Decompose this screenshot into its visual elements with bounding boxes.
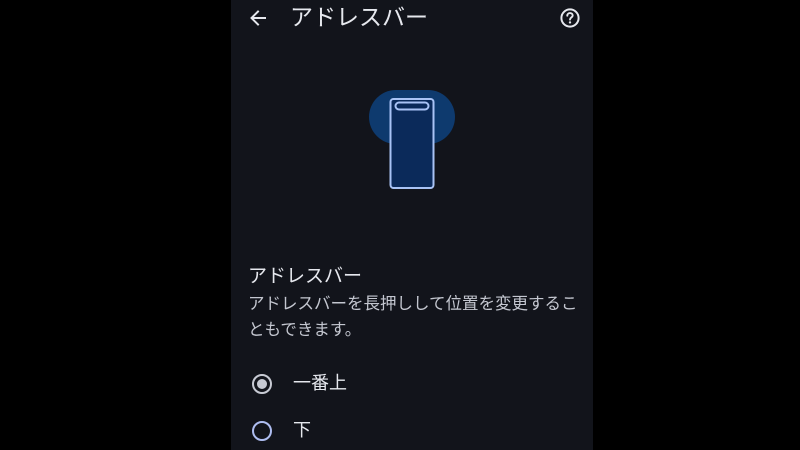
address-bar-position-illustration xyxy=(368,89,458,193)
radio-selected-dot xyxy=(257,379,267,389)
top-app-bar: アドレスバー xyxy=(231,0,593,36)
option-top-label: 一番上 xyxy=(293,373,347,394)
help-button[interactable] xyxy=(557,5,583,31)
option-bottom-row[interactable]: 下 xyxy=(231,411,593,450)
section-description: アドレスバーを長押しして位置を変更することもできます。 xyxy=(248,294,578,339)
phone-address-bar-top-icon xyxy=(369,90,455,189)
option-bottom-label: 下 xyxy=(293,420,311,441)
radio-top[interactable] xyxy=(252,374,272,394)
section-title: アドレスバー xyxy=(248,265,363,287)
help-circle-icon xyxy=(560,8,580,28)
radio-bottom[interactable] xyxy=(252,421,272,441)
arrow-left-icon xyxy=(250,10,266,26)
option-top-row[interactable]: 一番上 xyxy=(231,364,593,404)
page-title: アドレスバー xyxy=(290,5,428,31)
settings-screen: アドレスバー アドレスバー アドレスバーを長押しして位置を変更することもできます… xyxy=(231,0,593,450)
back-button[interactable] xyxy=(245,5,271,31)
